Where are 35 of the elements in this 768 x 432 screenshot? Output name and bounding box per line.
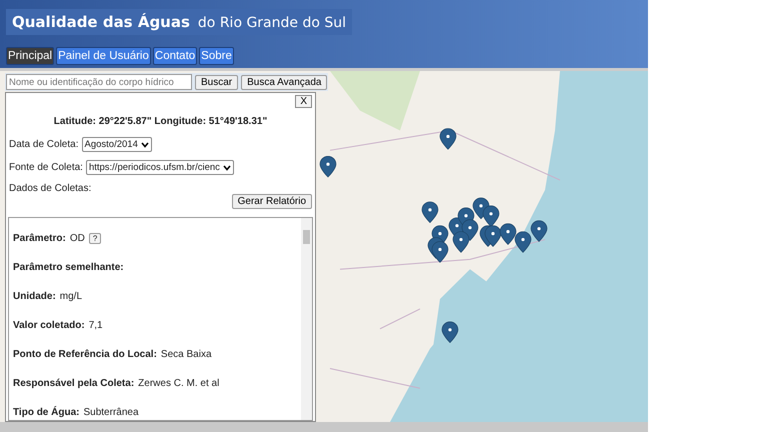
detail-value: OD — [70, 233, 85, 244]
detail-label: Responsável pela Coleta: — [13, 378, 134, 389]
search-field[interactable]: Nome ou identificação do corpo hídrico — [6, 74, 192, 90]
detail-value: Zerwes C. M. et al — [138, 378, 220, 389]
detail-label: Parâmetro: — [13, 233, 66, 244]
detail-value: Seca Baixa — [160, 349, 212, 360]
nav-tab[interactable]: Contato — [152, 47, 198, 65]
detail-value: mg/L — [60, 291, 82, 302]
field-label: Data de Coleta: — [9, 139, 78, 150]
site-subtitle: do Rio Grande do Sul — [198, 15, 346, 31]
help-button[interactable]: ? — [88, 233, 102, 244]
nav-tab[interactable]: Sobre — [199, 47, 234, 65]
horizontal-scrollbar[interactable] — [0, 422, 648, 432]
detail-label: Tipo de Água: — [13, 407, 80, 418]
detail-label: Unidade: — [13, 291, 56, 302]
search-button[interactable]: Buscar — [195, 74, 238, 90]
close-button[interactable]: X — [295, 95, 312, 108]
select-dropdown[interactable]: Agosto/2014 — [82, 137, 152, 152]
detail-value: 7,1 — [88, 320, 103, 331]
select-dropdown[interactable]: https://periodicos.ufsm.br/cienc — [86, 160, 234, 175]
site-title: Qualidade das Águas — [12, 13, 190, 31]
field-label: Fonte de Coleta: — [9, 162, 83, 173]
data-label: Dados de Coletas: — [9, 183, 92, 194]
nav-tab[interactable]: Principal — [6, 47, 54, 65]
caret-icon — [222, 164, 231, 170]
nav-tab[interactable]: Painel de Usuário — [56, 47, 151, 65]
detail-value: Subterrânea — [83, 407, 139, 418]
detail-label: Parâmetro semelhante: — [13, 262, 124, 273]
coordinates-text: Latitude: 29°22'5.87" Longitude: 51°49'18.31" — [52, 116, 268, 127]
scrollbar[interactable] — [301, 218, 312, 420]
search-button[interactable]: Busca Avançada — [241, 74, 328, 90]
detail-label: Ponto de Referência do Local: — [13, 349, 157, 360]
report-button[interactable]: Gerar Relatório — [232, 194, 312, 209]
caret-icon — [140, 142, 149, 148]
detail-label: Valor coletado: — [13, 320, 85, 331]
